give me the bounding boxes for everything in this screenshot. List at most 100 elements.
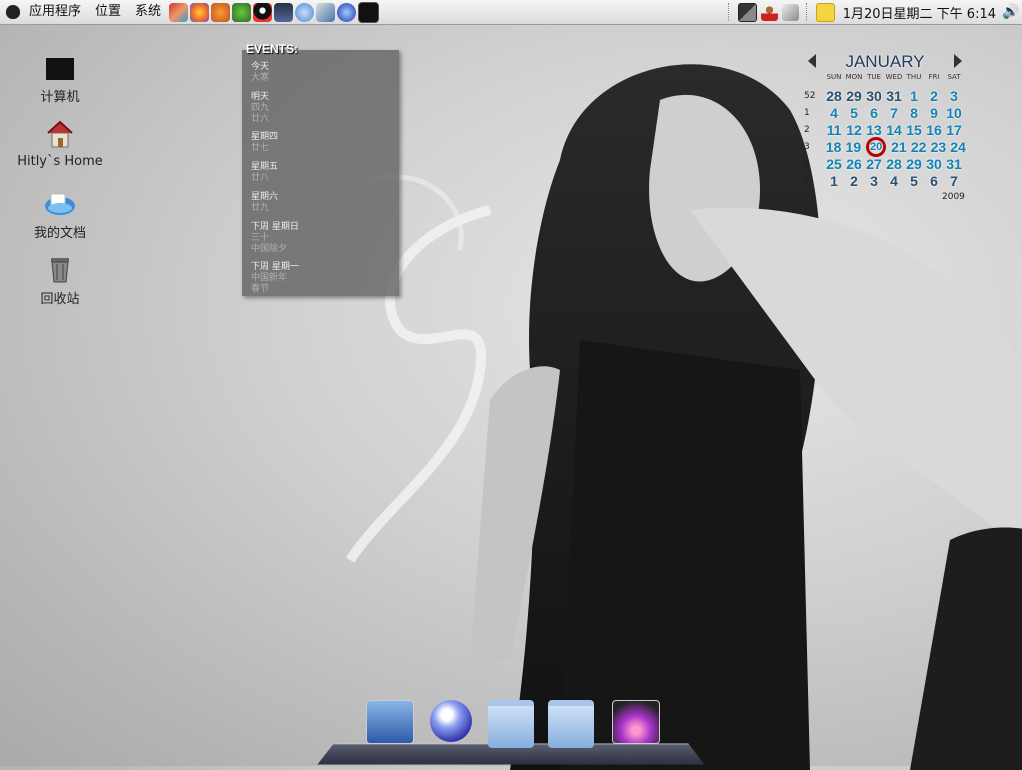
calendar-day[interactable]: 3 (944, 88, 964, 104)
calendar-day[interactable]: 1 (904, 88, 924, 104)
calendar-week-row: 3 18 19 20 21 22 23 24 (804, 136, 968, 157)
panel-separator (727, 3, 731, 21)
desktop-icon-label: 我的文档 (33, 226, 86, 241)
event-day: 星期六 (251, 192, 279, 202)
calendar-day[interactable]: 13 (864, 122, 884, 138)
pen-icon[interactable] (316, 2, 336, 22)
calendar-day[interactable]: 28 (824, 88, 844, 104)
calendar-day[interactable]: 6 (924, 173, 944, 189)
week-number: 5 (804, 175, 810, 186)
event-item: 星期六 廿九 (251, 192, 278, 214)
menu-system[interactable]: 系统 (128, 0, 168, 24)
note-icon[interactable] (815, 2, 835, 22)
calendar-day[interactable]: 1 (824, 173, 844, 189)
event-detail: 大寒 (251, 73, 270, 83)
calendar-day[interactable]: 6 (864, 105, 884, 121)
folder-icon[interactable] (548, 700, 594, 748)
globe-icon[interactable] (337, 2, 357, 22)
calendar-day[interactable]: 5 (904, 173, 924, 189)
event-item: 明天 四九 廿六 (251, 92, 269, 125)
calendar-day[interactable]: 29 (844, 88, 864, 104)
desktop-icon-documents[interactable]: 我的文档 (10, 186, 110, 241)
event-day: 星期五 (251, 162, 279, 172)
speaker-icon[interactable]: 🔊 (1002, 4, 1022, 20)
calendar-day[interactable]: 28 (884, 156, 904, 172)
calendar-month: JANUARY (845, 52, 925, 71)
desktop-icon-home[interactable]: Hitly`s Home (10, 118, 110, 169)
calendar-day[interactable]: 5 (844, 105, 864, 121)
week-number: 1 (804, 107, 810, 118)
screenshot-icon[interactable] (366, 700, 414, 744)
photo-icon[interactable] (274, 2, 294, 22)
calendar-week-row: 52 28 29 30 31 1 2 3 (804, 87, 968, 104)
event-day: 明天 (251, 92, 270, 102)
calendar-weekday-header: SUN MON TUE WED THU FRI SAT (824, 73, 968, 81)
menu-places[interactable]: 位置 (88, 0, 128, 24)
calendar-week-row: 51234567 (804, 172, 968, 189)
calendar-day[interactable]: 25 (824, 156, 844, 172)
photo-preview-icon[interactable] (612, 700, 660, 744)
calendar-day[interactable]: 11 (824, 122, 844, 138)
browser-globe-icon[interactable] (430, 700, 472, 742)
weekday-label: TUE (867, 73, 881, 81)
calendar-day[interactable]: 12 (844, 122, 864, 138)
previous-month-arrow-icon[interactable] (808, 54, 816, 68)
calendar-day[interactable]: 7 (944, 173, 964, 189)
chat-bubble-icon[interactable] (295, 2, 315, 22)
calendar-day[interactable]: 17 (944, 122, 964, 138)
calendar-day[interactable]: 4 (824, 105, 844, 121)
terminal-icon[interactable] (358, 1, 380, 23)
swirl-icon[interactable] (190, 2, 210, 22)
top-panel: 应用程序 位置 系统 1月20日星期二 下午 6:14 🔊 (0, 0, 1022, 25)
trash-icon (44, 252, 76, 284)
desktop-icon-trash[interactable]: 回收站 (10, 252, 110, 307)
calendar-day[interactable]: 31 (944, 156, 964, 172)
penguin-qq-icon[interactable] (253, 2, 273, 22)
calendar-day[interactable]: 4 (884, 173, 904, 189)
week-number: 2 (804, 124, 810, 135)
desktop-icon-computer[interactable]: 计算机 (10, 52, 110, 105)
tool-icon[interactable] (169, 2, 189, 22)
calendar-day[interactable]: 31 (884, 88, 904, 104)
calendar-day[interactable]: 21 (889, 139, 909, 155)
cursor-icon[interactable] (781, 3, 799, 21)
calendar-day[interactable]: 29 (904, 156, 924, 172)
calendar-day[interactable]: 3 (864, 173, 884, 189)
turtle-icon[interactable] (232, 2, 252, 22)
folder-icon[interactable] (488, 700, 534, 748)
calendar-day[interactable]: 16 (924, 122, 944, 138)
calendar-day[interactable]: 10 (944, 105, 964, 121)
next-month-arrow-icon[interactable] (954, 54, 962, 68)
calendar-day[interactable]: 9 (924, 105, 944, 121)
event-detail: 廿八 (251, 173, 270, 183)
calendar-day[interactable]: 22 (909, 139, 929, 155)
calendar-day[interactable]: 19 (843, 139, 863, 155)
calendar-day[interactable]: 2 (844, 173, 864, 189)
calendar-day[interactable]: 7 (884, 105, 904, 121)
calendar-day[interactable]: 30 (864, 88, 884, 104)
calendar-day[interactable]: 8 (904, 105, 924, 121)
calendar-today[interactable]: 20 (866, 136, 887, 157)
user-icon[interactable] (760, 3, 778, 21)
weekday-label: FRI (928, 73, 940, 81)
event-detail: 廿七 (251, 143, 270, 153)
calendar-day[interactable]: 27 (864, 156, 884, 172)
week-number: 4 (804, 158, 810, 169)
event-item: 下周 星期日 三十 中国除夕 (251, 222, 299, 255)
gnome-foot-icon[interactable] (6, 5, 20, 19)
panel-separator (805, 3, 809, 21)
calendar-day[interactable]: 26 (844, 156, 864, 172)
menu-applications[interactable]: 应用程序 (22, 0, 88, 24)
event-detail: 廿九 (251, 203, 270, 213)
window-icon[interactable] (737, 2, 757, 22)
calendar-day[interactable]: 30 (924, 156, 944, 172)
calendar-day[interactable]: 15 (904, 122, 924, 138)
calendar-day[interactable]: 18 (824, 139, 844, 155)
events-widget[interactable]: 今天 大寒 明天 四九 廿六 星期四 廿七 星期五 廿八 星期六 廿九 下周 星… (242, 50, 399, 296)
basket-icon[interactable] (211, 2, 231, 22)
calendar-day[interactable]: 23 (928, 139, 948, 155)
calendar-day[interactable]: 24 (948, 139, 968, 155)
calendar-day[interactable]: 2 (924, 88, 944, 104)
calendar-day[interactable]: 14 (884, 122, 904, 138)
panel-clock[interactable]: 1月20日星期二 下午 6:14 (837, 3, 1002, 22)
